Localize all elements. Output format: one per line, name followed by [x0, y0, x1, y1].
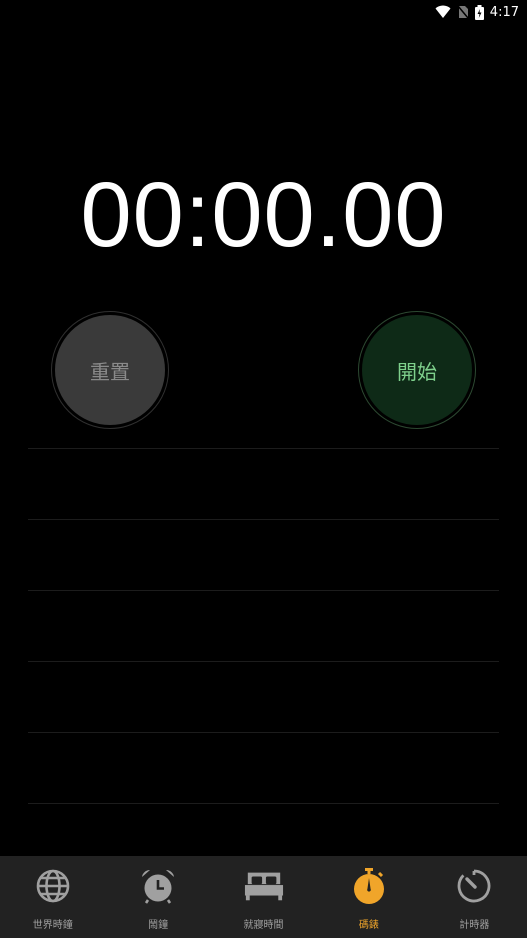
no-sim-icon [457, 5, 469, 19]
lap-row [28, 448, 499, 519]
tab-label: 就寢時間 [243, 920, 284, 931]
start-button-label: 開始 [397, 359, 437, 384]
status-time: 4:17 [489, 4, 519, 20]
tab-stopwatch[interactable]: 碼錶 [316, 856, 421, 938]
alarm-clock-icon [138, 866, 178, 906]
tab-label: 世界時鐘 [32, 920, 73, 931]
lap-list [28, 448, 499, 804]
bed-icon [244, 866, 284, 906]
tab-alarm[interactable]: 鬧鐘 [105, 856, 210, 938]
lap-row [28, 590, 499, 661]
tab-label: 鬧鐘 [148, 920, 169, 931]
status-bar: 4:17 [0, 0, 527, 24]
lap-row [28, 519, 499, 590]
stopwatch-display: 00:00.00 [80, 164, 447, 266]
timer-icon [454, 866, 494, 906]
globe-icon [33, 866, 73, 906]
tab-timer[interactable]: 計時器 [422, 856, 527, 938]
wifi-icon [435, 5, 451, 19]
tab-label: 碼錶 [358, 920, 379, 931]
tab-world-clock[interactable]: 世界時鐘 [0, 856, 105, 938]
tab-label: 計時器 [459, 920, 490, 931]
bottom-tab-bar: 世界時鐘 鬧鐘 就寢時間 碼錶 計時器 [0, 856, 527, 938]
start-button[interactable]: 開始 [358, 311, 476, 429]
stopwatch-icon [349, 866, 389, 906]
reset-button-label: 重置 [90, 359, 130, 384]
tab-bedtime[interactable]: 就寢時間 [211, 856, 316, 938]
lap-row [28, 803, 499, 804]
lap-row [28, 732, 499, 803]
reset-button[interactable]: 重置 [51, 311, 169, 429]
lap-row [28, 661, 499, 732]
battery-icon [474, 4, 484, 20]
